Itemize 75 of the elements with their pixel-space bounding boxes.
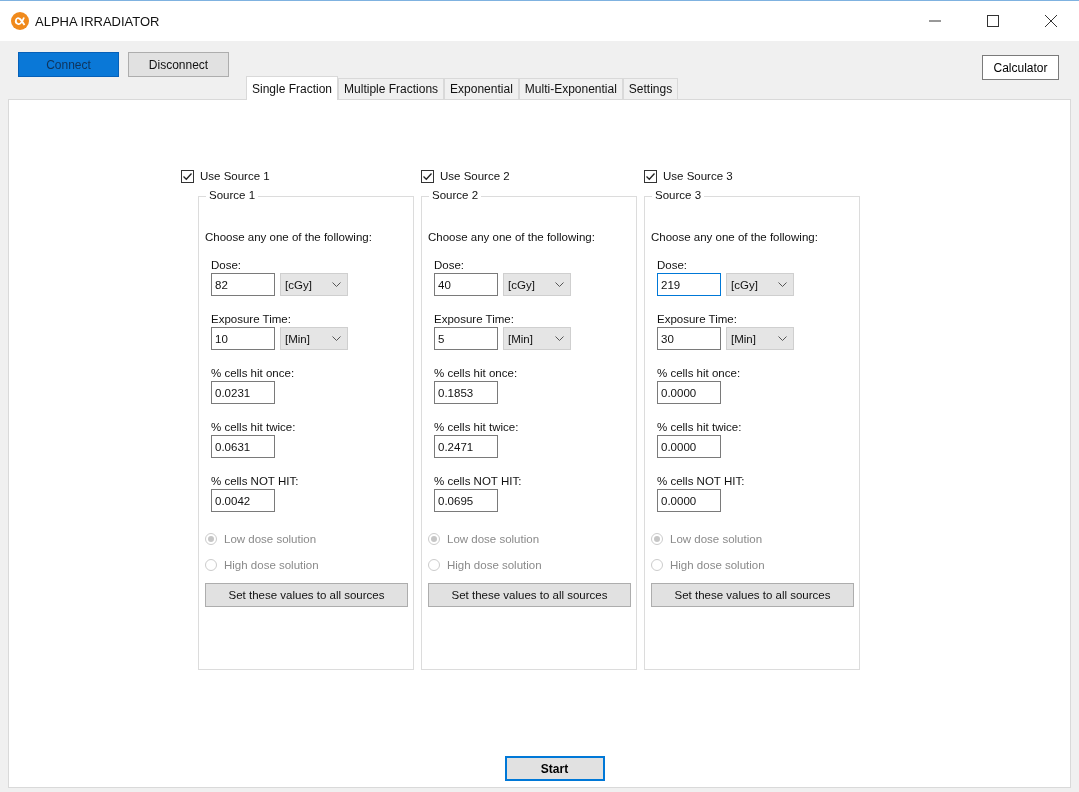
output-field[interactable]: 0.1853	[434, 381, 498, 404]
tab[interactable]: Multi-Exponential	[518, 78, 623, 99]
caret-icon	[555, 335, 564, 342]
output-field[interactable]: 0.0631	[211, 435, 275, 458]
radio-label: Low dose solution	[447, 533, 540, 545]
calculator-button[interactable]: Calculator	[982, 55, 1059, 80]
checkbox-label: Use Source 3	[663, 170, 733, 182]
group-title: Source 1	[206, 189, 259, 201]
instruction-text: Choose any one of the following:	[651, 231, 819, 243]
instruction-text: Choose any one of the following:	[428, 231, 596, 243]
input-field[interactable]: 40	[434, 273, 498, 296]
tab[interactable]: Multiple Fractions	[338, 78, 445, 99]
input-field[interactable]: 5	[434, 327, 498, 350]
radio-label: Low dose solution	[224, 533, 317, 545]
field-label: % cells hit once:	[211, 367, 296, 379]
output-field[interactable]: 0.2471	[434, 435, 498, 458]
checkbox[interactable]	[421, 169, 434, 183]
radio-label: High dose solution	[224, 559, 319, 571]
field-label: Dose:	[657, 259, 689, 271]
maximize-icon[interactable]	[987, 15, 999, 27]
checkbox[interactable]	[644, 169, 657, 183]
start-button[interactable]: Start	[504, 756, 605, 781]
apply-button[interactable]: Set these values to all sources	[651, 583, 854, 607]
tab[interactable]: Exponential	[444, 78, 519, 99]
field-label: % cells hit once:	[657, 367, 742, 379]
unit-dropdown[interactable]: [cGy]	[503, 273, 571, 296]
caret-icon	[778, 281, 787, 288]
field-label: Exposure Time:	[211, 313, 292, 325]
output-field[interactable]: 0.0000	[657, 435, 721, 458]
window-title: ALPHA IRRADIATOR	[35, 13, 160, 29]
input-field[interactable]: 30	[657, 327, 721, 350]
apply-button[interactable]: Set these values to all sources	[428, 583, 631, 607]
field-label: Dose:	[211, 259, 243, 271]
output-field[interactable]: 0.0000	[657, 489, 721, 512]
field-label: Dose:	[434, 259, 466, 271]
input-field[interactable]: 82	[211, 273, 275, 296]
input-field[interactable]: 10	[211, 327, 275, 350]
unit-dropdown[interactable]: [cGy]	[726, 273, 794, 296]
input-field[interactable]: 219	[657, 273, 721, 296]
unit-dropdown[interactable]: [Min]	[726, 327, 794, 350]
caret-icon	[332, 281, 341, 288]
unit-dropdown[interactable]: [Min]	[503, 327, 571, 350]
field-label: Exposure Time:	[434, 313, 515, 325]
alpha-logo-icon	[11, 12, 29, 30]
radio-label: Low dose solution	[670, 533, 763, 545]
caret-icon	[555, 281, 564, 288]
apply-button[interactable]: Set these values to all sources	[205, 583, 408, 607]
unit-dropdown[interactable]: [Min]	[280, 327, 348, 350]
caret-icon	[778, 335, 787, 342]
checkbox-label: Use Source 2	[440, 170, 510, 182]
checkbox-label: Use Source 1	[200, 170, 270, 182]
field-label: % cells NOT HIT:	[211, 475, 300, 487]
instruction-text: Choose any one of the following:	[205, 231, 373, 243]
field-label: % cells NOT HIT:	[657, 475, 746, 487]
field-label: % cells hit twice:	[657, 421, 743, 433]
output-field[interactable]: 0.0231	[211, 381, 275, 404]
field-label: % cells hit twice:	[434, 421, 520, 433]
output-field[interactable]: 0.0695	[434, 489, 498, 512]
field-label: % cells hit once:	[434, 367, 519, 379]
checkbox[interactable]	[181, 169, 194, 183]
tab[interactable]: Settings	[622, 78, 679, 99]
group-title: Source 3	[652, 189, 705, 201]
field-label: % cells NOT HIT:	[434, 475, 523, 487]
output-field[interactable]: 0.0042	[211, 489, 275, 512]
field-label: % cells hit twice:	[211, 421, 297, 433]
connection-button[interactable]: Disconnect	[128, 52, 229, 77]
close-icon[interactable]	[1045, 15, 1057, 27]
output-field[interactable]: 0.0000	[657, 381, 721, 404]
tab[interactable]: Single Fraction	[246, 76, 339, 100]
radio-label: High dose solution	[670, 559, 765, 571]
caret-icon	[332, 335, 341, 342]
unit-dropdown[interactable]: [cGy]	[280, 273, 348, 296]
radio-label: High dose solution	[447, 559, 542, 571]
group-title: Source 2	[429, 189, 482, 201]
field-label: Exposure Time:	[657, 313, 738, 325]
